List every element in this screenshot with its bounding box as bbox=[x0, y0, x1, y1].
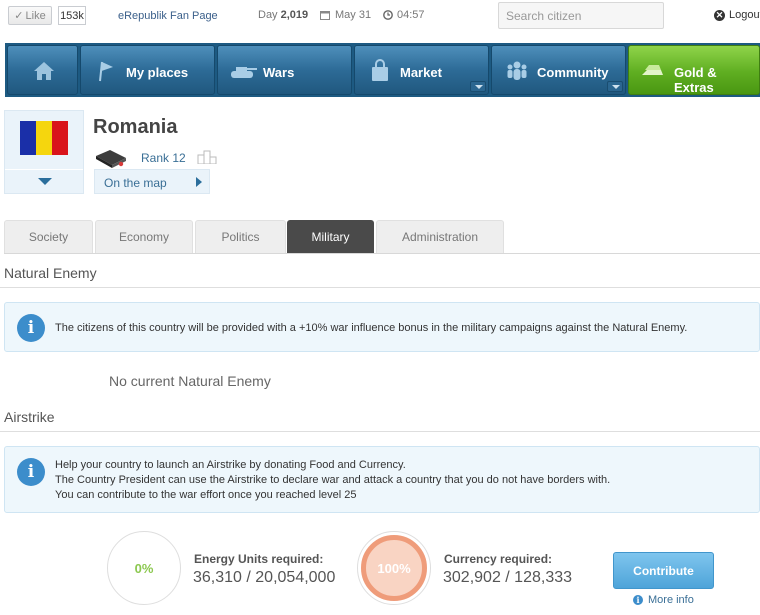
contribute-button[interactable]: Contribute bbox=[613, 552, 714, 589]
airstrike-info-line: You can contribute to the war effort onc… bbox=[55, 489, 357, 501]
currency-percent: 100% bbox=[377, 560, 411, 576]
nav-market[interactable]: Market bbox=[354, 45, 489, 95]
country-name: Romania bbox=[93, 116, 178, 138]
nav-label: Market bbox=[400, 65, 442, 80]
fan-page-link[interactable]: eRepublik Fan Page bbox=[118, 10, 218, 22]
no-natural-enemy-text: No current Natural Enemy bbox=[109, 373, 271, 389]
currency-required-value: 302,902 / 128,333 bbox=[443, 569, 573, 586]
logout-label: Logout bbox=[729, 9, 760, 21]
nav-home[interactable] bbox=[7, 45, 78, 95]
energy-required-label: Energy Units required: bbox=[194, 552, 324, 566]
calendar-icon bbox=[320, 11, 330, 20]
game-date: May 31 bbox=[320, 9, 371, 21]
airstrike-heading: Airstrike bbox=[4, 409, 55, 425]
close-icon: ✕ bbox=[714, 9, 725, 21]
like-label: Like bbox=[25, 9, 46, 22]
currency-progress-ring: 100% bbox=[357, 531, 431, 605]
info-icon: i bbox=[633, 595, 643, 605]
podium-icon bbox=[197, 150, 217, 164]
time-text: 04:57 bbox=[397, 9, 425, 21]
natural-enemy-heading: Natural Enemy bbox=[4, 265, 97, 281]
home-icon bbox=[34, 62, 54, 80]
energy-required-value: 36,310 / 20,054,000 bbox=[193, 569, 336, 586]
on-the-map-button[interactable]: On the map bbox=[94, 169, 210, 194]
chevron-right-icon bbox=[196, 177, 202, 187]
nav-wars[interactable]: Wars bbox=[217, 45, 352, 95]
main-nav: My places Wars Market Community Gold & E… bbox=[5, 43, 760, 97]
nav-gold-extras[interactable]: Gold & Extras bbox=[628, 45, 760, 95]
info-icon: i bbox=[17, 458, 45, 486]
more-info-link[interactable]: i More info bbox=[633, 594, 694, 606]
chevron-down-icon[interactable] bbox=[38, 178, 52, 185]
tab-politics[interactable]: Politics bbox=[195, 220, 286, 253]
game-time: 04:57 bbox=[383, 9, 425, 21]
nav-label: Wars bbox=[263, 65, 295, 80]
constitution-book-icon bbox=[96, 150, 126, 168]
nav-community[interactable]: Community bbox=[491, 45, 626, 95]
logout-link[interactable]: ✕ Logout bbox=[714, 9, 760, 21]
natural-enemy-info-text: The citizens of this country will be pro… bbox=[55, 322, 688, 334]
checkmark-icon: ✓ bbox=[14, 10, 24, 22]
chevron-down-icon[interactable] bbox=[470, 81, 486, 92]
chevron-down-icon[interactable] bbox=[607, 81, 623, 92]
natural-enemy-info-box: i The citizens of this country will be p… bbox=[4, 302, 760, 352]
top-bar: ✓ Like 153k eRepublik Fan Page Day 2,019… bbox=[0, 0, 760, 34]
tab-economy[interactable]: Economy bbox=[95, 220, 193, 253]
nav-label: My places bbox=[126, 65, 189, 80]
gold-icon bbox=[642, 65, 663, 75]
like-count: 153k bbox=[58, 6, 86, 25]
nav-my-places[interactable]: My places bbox=[80, 45, 215, 95]
more-info-label: More info bbox=[648, 594, 694, 606]
nav-label: Community bbox=[537, 65, 609, 80]
currency-required-label: Currency required: bbox=[444, 552, 553, 566]
clock-icon bbox=[383, 10, 393, 20]
nav-label: Gold & Extras bbox=[674, 65, 717, 95]
romania-flag bbox=[20, 121, 68, 155]
airstrike-info-box: i Help your country to launch an Airstri… bbox=[4, 446, 760, 513]
tab-military[interactable]: Military bbox=[287, 220, 374, 253]
airstrike-info-text: Help your country to launch an Airstrike… bbox=[55, 458, 610, 503]
tab-society[interactable]: Society bbox=[4, 220, 93, 253]
date-text: May 31 bbox=[335, 9, 372, 21]
country-rank[interactable]: Rank 12 bbox=[141, 151, 186, 165]
on-the-map-label: On the map bbox=[104, 176, 167, 190]
people-icon bbox=[507, 61, 527, 80]
energy-percent: 0% bbox=[134, 560, 154, 576]
day-label: Day bbox=[258, 9, 278, 21]
info-icon: i bbox=[17, 314, 45, 342]
like-button[interactable]: ✓ Like bbox=[8, 6, 52, 25]
bag-icon bbox=[372, 59, 388, 81]
search-citizen-input[interactable] bbox=[498, 2, 664, 29]
tank-icon bbox=[231, 67, 257, 78]
energy-progress-ring: 0% bbox=[107, 531, 181, 605]
game-day: Day 2,019 bbox=[258, 9, 308, 21]
airstrike-info-line: The Country President can use the Airstr… bbox=[55, 474, 611, 486]
country-tabs: Society Economy Politics Military Admini… bbox=[4, 220, 760, 253]
country-flag-box[interactable] bbox=[4, 110, 84, 194]
flag-icon bbox=[99, 61, 113, 82]
day-number: 2,019 bbox=[280, 9, 309, 21]
tab-administration[interactable]: Administration bbox=[376, 220, 504, 253]
airstrike-info-line: Help your country to launch an Airstrike… bbox=[55, 459, 406, 471]
